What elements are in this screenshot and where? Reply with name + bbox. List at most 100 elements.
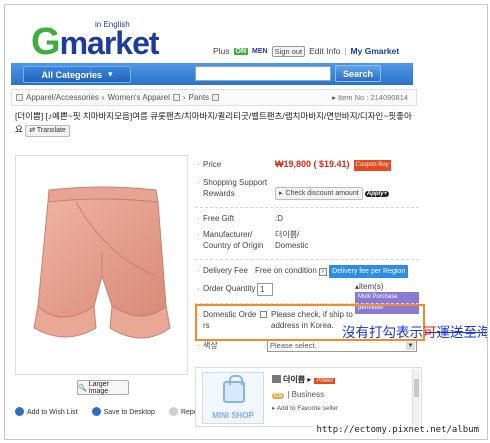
add-to-wishlist-link[interactable]: Add to Wish List [15, 407, 78, 416]
seller-name[interactable]: 더이쁨 ▸ Power [272, 374, 336, 385]
minishop-label: MINI SHOP [212, 411, 254, 420]
color-select-value: Please select. [270, 341, 317, 350]
price-value: ₩19,800 ( $19.41) Coupon Buy [275, 159, 391, 171]
order-quantity-label: Order Quantity [197, 283, 256, 294]
divider [195, 259, 419, 260]
delivery-fee-button[interactable]: Delivery fee per Region [329, 265, 409, 278]
search-input[interactable] [195, 66, 331, 81]
breadcrumb-separator-icon: › [182, 93, 186, 102]
arrow-icon: ▸ [279, 190, 283, 197]
color-select[interactable]: Please select. ▼ [267, 340, 417, 352]
cs-badge: CS [272, 393, 285, 399]
signout-button[interactable]: Sign out [271, 45, 306, 57]
item-number-text: Item No : 214090814 [337, 93, 408, 102]
scrollbar-thumb[interactable] [414, 379, 419, 397]
rewards-label: Shopping Support Rewards [197, 177, 271, 199]
arrow-icon: ▸ [307, 375, 312, 384]
page-frame: Gmarket in English Plus ON MEN Sign out … [4, 4, 488, 440]
scrollbar[interactable] [412, 369, 420, 427]
order-quantity-value: 1 [257, 283, 273, 296]
breadcrumb-item[interactable]: Women's Apparel [108, 93, 170, 102]
delivery-value-text: Free on condition [255, 266, 317, 275]
logo-g: G [31, 21, 61, 63]
free-gift-value: :D [275, 214, 283, 223]
chevron-down-icon: ▾ [108, 69, 113, 79]
annotation-blue: 沒有打勾表示 [342, 325, 423, 340]
translate-label: Translate [36, 127, 66, 134]
all-categories-button[interactable]: All Categories ▾ [23, 66, 131, 83]
top-links: Plus ON MEN Sign out Edit Info | My Gmar… [213, 45, 399, 57]
seller-name-text: 더이쁨 [283, 375, 306, 384]
shopping-bag-icon [223, 375, 245, 403]
search-button[interactable]: Search [335, 65, 381, 82]
price-text: ₩19,800 ( $19.41) [275, 159, 350, 169]
plus-icon [91, 407, 101, 416]
wishlist-label: Add to Wish List [27, 409, 78, 416]
product-title: [더이쁨] [♪예쁜~핏 치마바지모음]여름 큐롯팬츠/치마바지/퀼리티굿/벨트… [15, 110, 415, 137]
logo-text: market [59, 25, 160, 61]
watermark: http://ectomy.pixnet.net/album [314, 425, 481, 435]
manufacturer-value: 더이쁨/ Domestic [275, 230, 309, 250]
report-icon [168, 407, 178, 416]
check-discount-label: Check discount amount [285, 190, 359, 197]
shorts-image [33, 186, 171, 339]
price-label: Price [197, 159, 221, 170]
check-discount-button[interactable]: ▸ Check discount amount [275, 187, 363, 200]
free-gift-label: Free Gift [197, 213, 234, 224]
product-title-text: [더이쁨] [♪예쁜~핏 치마바지모음]여름 큐롯팬츠/치마바지/퀼리티굿/벨트… [15, 111, 412, 134]
arrow-icon[interactable]: › [318, 268, 327, 276]
divider: | [344, 46, 347, 56]
applyplus-badge[interactable]: Apply+ [364, 191, 390, 197]
annotation-underline [426, 332, 487, 333]
plus-icon: ▸ [272, 405, 276, 412]
delivery-value: Free on condition › Delivery fee per Regi… [255, 265, 409, 278]
seller-box: MINI SHOP 더이쁨 ▸ Power CS | Business ▸ Add … [195, 367, 422, 427]
delivery-label: Delivery Fee [197, 265, 248, 276]
seller-type-text: Business [291, 390, 325, 399]
product-actions: Add to Wish List Save to Desktop Report [15, 407, 202, 416]
favorite-label: Add to Favorite seller [276, 405, 339, 412]
rewards-value: ▸ Check discount amount Apply+ [275, 187, 390, 200]
plus-icon [15, 407, 24, 416]
men-icon[interactable]: MEN [252, 48, 268, 55]
product-image[interactable] [15, 155, 188, 375]
translate-icon: ⇄ [29, 127, 36, 134]
translate-button[interactable]: ⇄ Translate [25, 125, 70, 137]
list-icon[interactable] [172, 94, 180, 101]
breadcrumb-item[interactable]: Pants [189, 93, 209, 102]
list-icon[interactable] [212, 94, 220, 101]
nav-bar: All Categories ▾ Search [11, 63, 413, 85]
plus-toggle[interactable]: ON [233, 47, 249, 55]
logo-subtitle: in English [95, 20, 130, 29]
arrow-icon: ▸ [332, 93, 336, 102]
breadcrumb-home-icon [16, 94, 23, 101]
all-categories-label: All Categories [41, 69, 102, 80]
breadcrumb: Apparel/Accessories › Women's Apparel › … [11, 89, 417, 106]
home-icon [272, 375, 281, 383]
desktop-label: Save to Desktop [103, 409, 155, 416]
breadcrumb-separator-icon: › [101, 93, 105, 102]
magnifier-icon: 🔍 [78, 384, 87, 392]
breadcrumb-item[interactable]: Apparel/Accessories [26, 93, 99, 102]
chevron-down-icon: ▼ [406, 342, 415, 350]
coupon-badge[interactable]: Coupon Buy [353, 160, 391, 171]
larger-image-label: Larger Image [88, 380, 109, 395]
divider: | [287, 390, 290, 399]
seller-type: CS | Business [272, 390, 324, 399]
larger-image-button[interactable]: 🔍 Larger Image [77, 380, 129, 395]
item-number: ▸ Item No : 214090814 [332, 93, 408, 102]
minishop-button[interactable]: MINI SHOP [202, 372, 264, 424]
items-label: ▴item(s) [355, 281, 383, 292]
my-gmarket-link[interactable]: My Gmarket [351, 46, 400, 56]
divider [195, 207, 419, 208]
save-to-desktop-link[interactable]: Save to Desktop [91, 407, 155, 416]
manufacturer-label: Manufacturer/ Country of Origin [197, 229, 269, 251]
plus-label: Plus [213, 46, 230, 56]
color-label: 색상 [197, 340, 218, 351]
power-badge: Power [314, 378, 336, 384]
add-favorite-seller-link[interactable]: ▸ Add to Favorite seller [272, 404, 338, 412]
quantity-input[interactable]: 1 [257, 283, 273, 296]
annotation-text: 沒有打勾表示可運送至海外 [342, 321, 487, 341]
items-label-text: item(s) [359, 282, 384, 291]
edit-info-link[interactable]: Edit Info [309, 46, 340, 56]
